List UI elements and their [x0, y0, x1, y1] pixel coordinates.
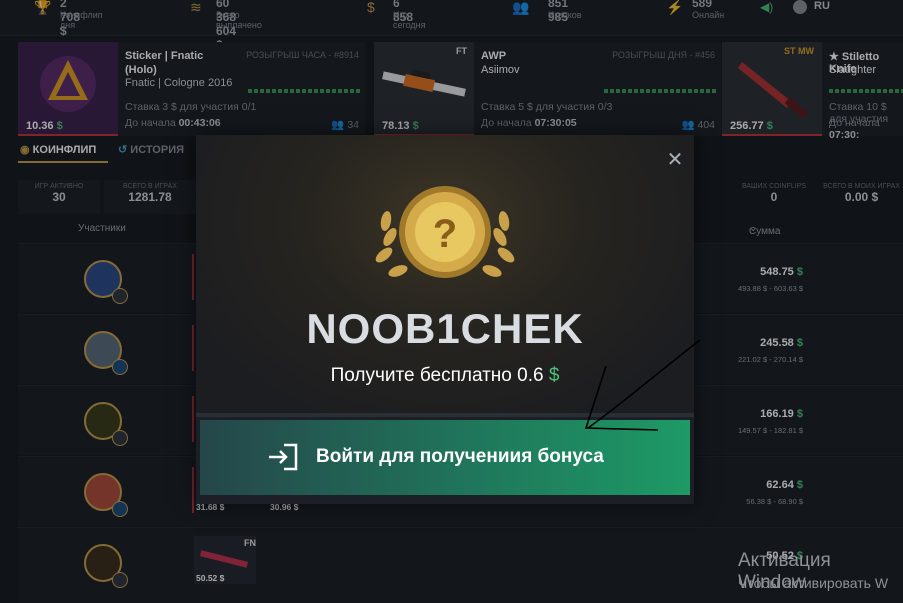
- button-label: Войти для получениия бонуса: [316, 446, 604, 467]
- bonus-modal: ✕ ? NOOB1CHEK Получите бесплатно 0.6 $ В…: [196, 135, 694, 504]
- svg-text:?: ?: [433, 212, 457, 256]
- drawn-arrow-annotation: [584, 339, 701, 431]
- mystery-medal-icon: ?: [375, 186, 515, 278]
- close-icon[interactable]: ✕: [666, 150, 684, 170]
- login-icon: [269, 443, 298, 471]
- windows-activation-subtext: Чтобы активировать W: [738, 575, 889, 591]
